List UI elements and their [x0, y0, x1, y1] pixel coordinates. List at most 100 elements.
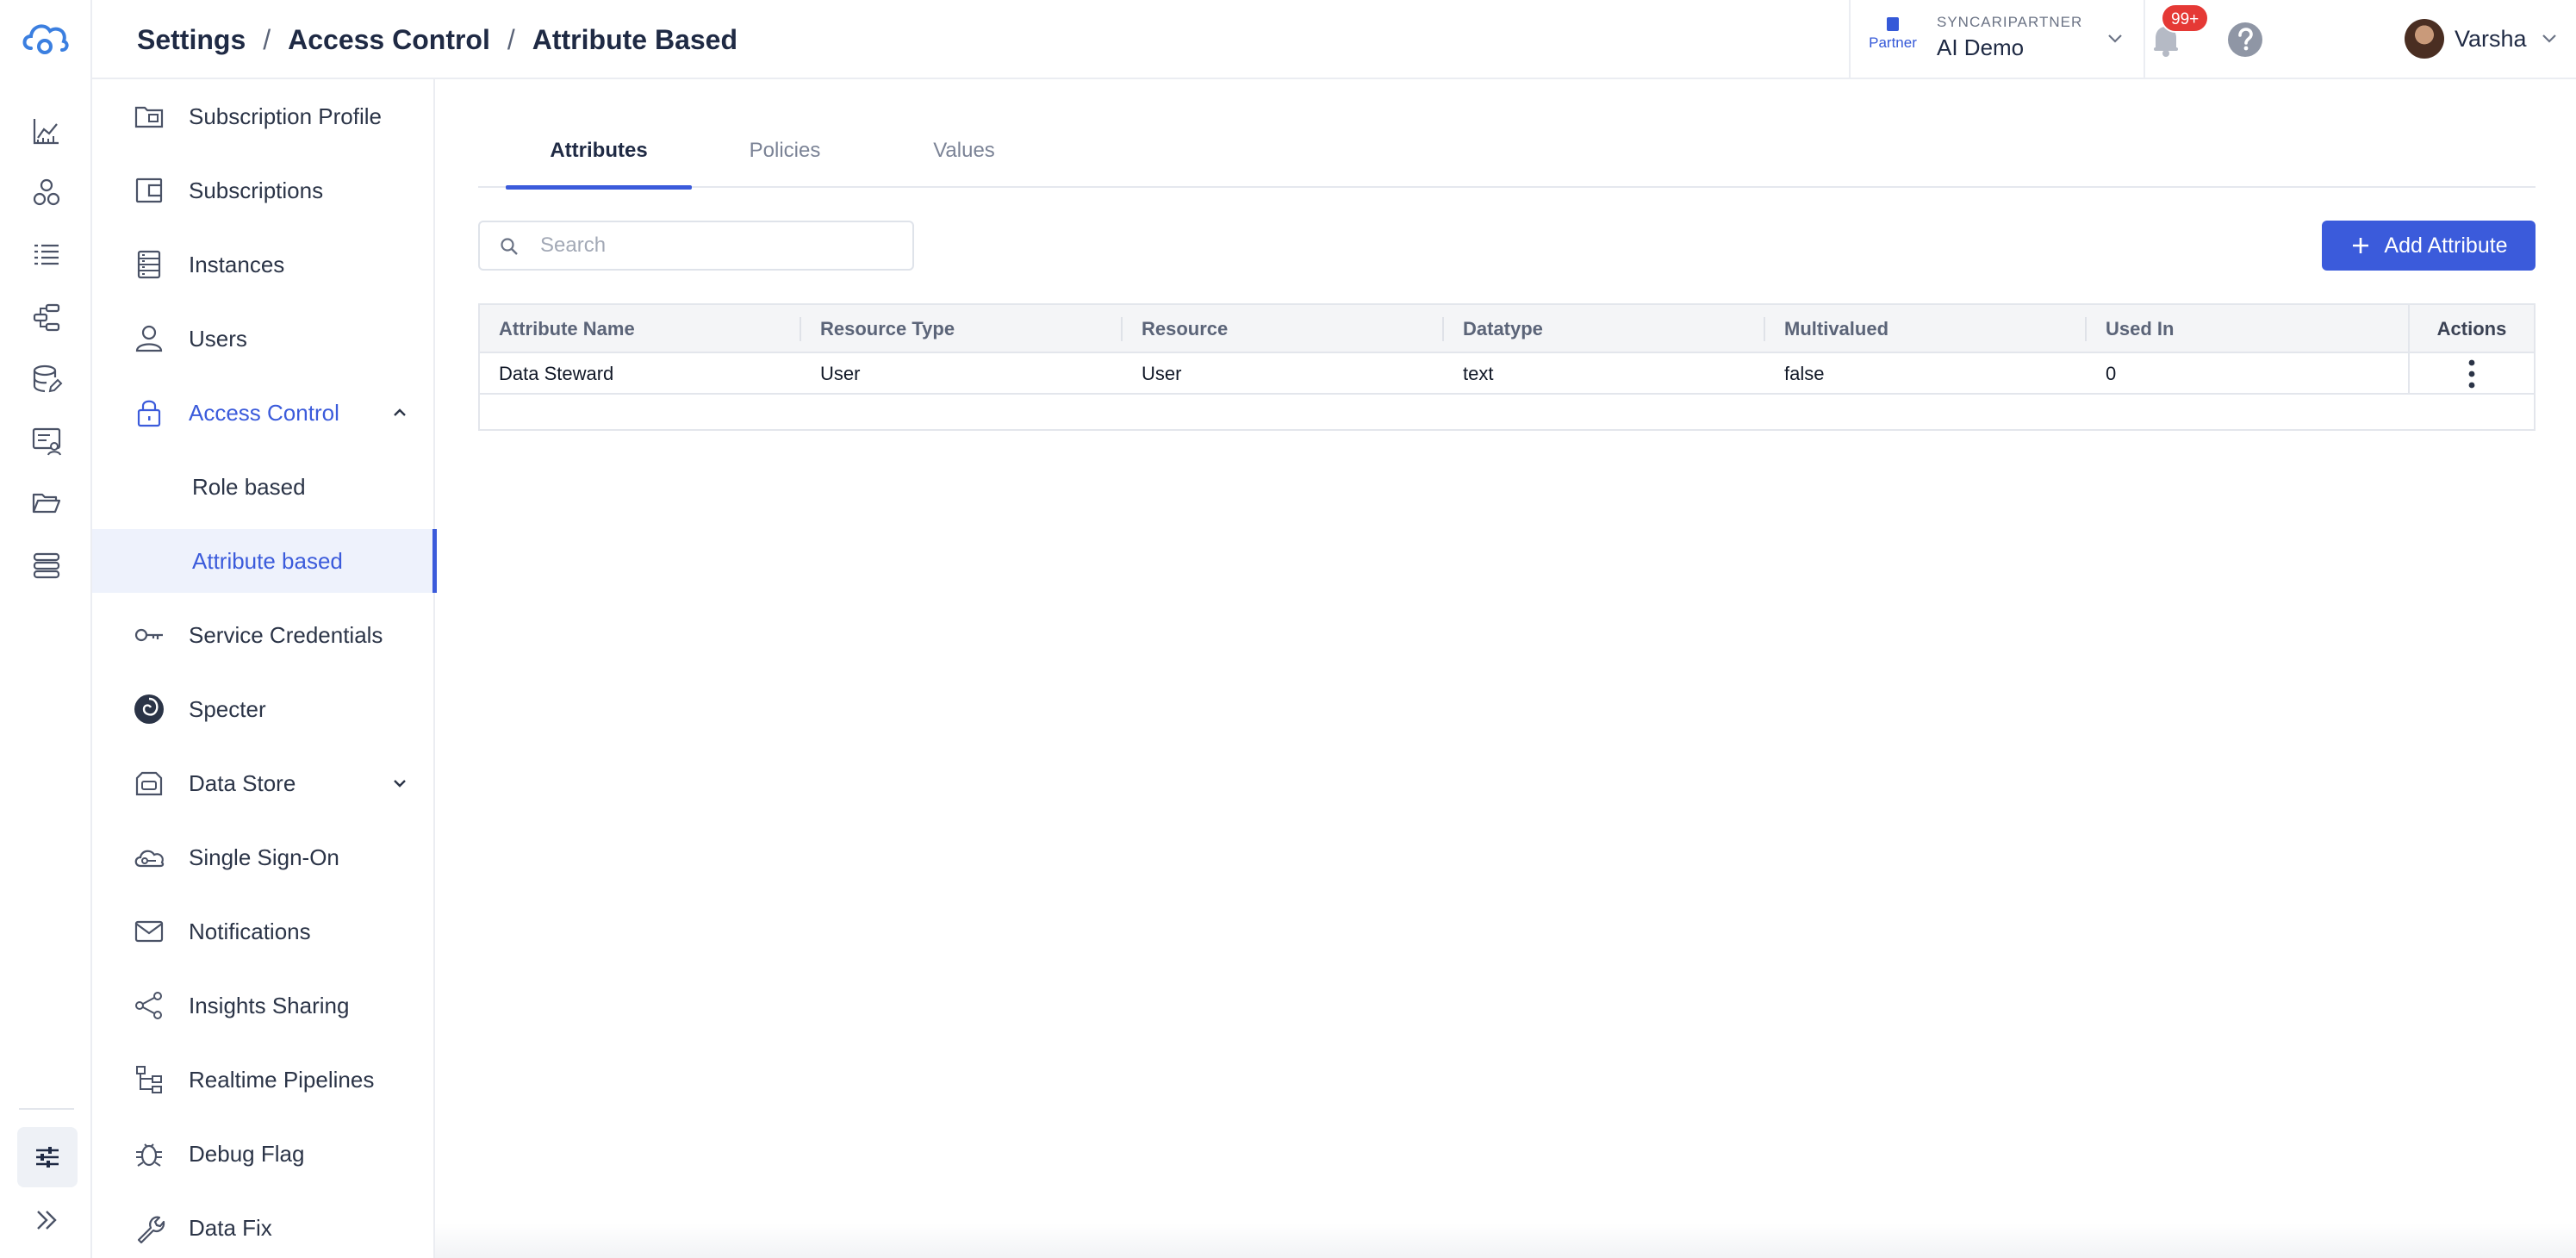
sidebar-item-specter[interactable]: Specter	[92, 677, 435, 741]
icon-rail	[0, 0, 92, 1258]
sidebar-item-service-credentials[interactable]: Service Credentials	[92, 603, 435, 667]
org-switcher[interactable]: Partner SYNCARIPARTNER AI Demo	[1849, 0, 2145, 79]
cell-resource-type: User	[820, 363, 861, 384]
syncari-logo-icon[interactable]	[19, 16, 72, 59]
share-icon	[135, 992, 162, 1019]
chevron-down-icon	[2108, 34, 2122, 43]
cell-multivalued: false	[1784, 363, 1825, 384]
sidebar-item-debug-flag[interactable]: Debug Flag	[92, 1122, 435, 1186]
column-header-resource-type[interactable]: Resource Type	[801, 305, 1123, 353]
wrench-icon	[137, 1216, 165, 1244]
chevron-down-icon	[394, 780, 406, 788]
sidebar-item-subscription-profile[interactable]: Subscription Profile	[92, 84, 435, 148]
list-icon[interactable]	[22, 231, 71, 279]
rail-divider	[19, 1108, 74, 1110]
sidebar-item-users[interactable]: Users	[92, 307, 435, 371]
breadcrumb-access-control[interactable]: Access Control	[288, 24, 490, 56]
sidebar-item-single-sign-on[interactable]: Single Sign-On	[92, 825, 435, 889]
cell-resource: User	[1142, 363, 1182, 384]
chevron-down-icon	[2542, 34, 2556, 43]
search-box	[478, 221, 914, 271]
column-header-resource[interactable]: Resource	[1123, 305, 1444, 353]
folder-card-icon	[134, 106, 164, 128]
column-header-multivalued[interactable]: Multivalued	[1765, 305, 2087, 353]
search-icon	[501, 238, 518, 255]
sidebar-item-label: Insights Sharing	[189, 992, 350, 1018]
specter-icon	[134, 694, 164, 724]
sidebar-item-label: Debug Flag	[189, 1140, 305, 1167]
notification-count-badge: 99+	[2161, 3, 2210, 33]
server-icon	[137, 250, 161, 279]
settings-rail-button[interactable]	[17, 1127, 78, 1187]
column-header-used-in[interactable]: Used In	[2087, 305, 2408, 353]
partner-badge-label: Partner	[1869, 34, 1917, 51]
help-icon[interactable]	[2224, 19, 2266, 60]
sidebar-item-subscriptions[interactable]: Subscriptions	[92, 159, 435, 222]
breadcrumb: Settings / Access Control / Attribute Ba…	[137, 21, 737, 59]
breadcrumb-separator: /	[507, 23, 515, 55]
sidebar-item-label: Data Store	[189, 769, 296, 796]
pipeline-icon[interactable]	[22, 293, 71, 341]
tab-attributes[interactable]: Attributes	[506, 114, 692, 190]
lock-icon	[137, 400, 161, 427]
key-icon	[134, 628, 163, 642]
dashboard-chart-icon[interactable]	[22, 107, 71, 155]
mail-icon	[134, 920, 164, 943]
sidebar-item-label: Single Sign-On	[189, 844, 339, 870]
column-header-attribute-name[interactable]: Attribute Name	[480, 305, 801, 353]
sliders-icon	[36, 1147, 59, 1168]
wallet-icon	[135, 177, 163, 203]
datastore-icon	[135, 771, 163, 796]
monitor-user-icon[interactable]	[22, 417, 71, 465]
sidebar-item-label: Realtime Pipelines	[189, 1066, 375, 1093]
sidebar-item-insights-sharing[interactable]: Insights Sharing	[92, 974, 435, 1037]
database-edit-icon[interactable]	[22, 355, 71, 403]
kebab-menu-icon[interactable]	[2467, 358, 2476, 390]
cloud-key-icon	[134, 850, 165, 868]
settings-sidebar: Subscription Profile Subscriptions Insta…	[92, 79, 437, 1258]
add-attribute-button[interactable]: Add Attribute	[2322, 221, 2536, 271]
cell-used-in: 0	[2106, 363, 2117, 384]
sidebar-item-label: Role based	[192, 473, 306, 500]
double-chevron-right-icon[interactable]	[29, 1203, 64, 1237]
top-header: Settings / Access Control / Attribute Ba…	[92, 0, 2576, 79]
sidebar-item-role-based[interactable]: Role based	[92, 455, 435, 519]
sidebar-item-notifications[interactable]: Notifications	[92, 900, 435, 963]
breadcrumb-settings[interactable]: Settings	[137, 24, 246, 56]
org-label: SYNCARIPARTNER	[1937, 14, 2083, 30]
tab-policies[interactable]: Policies	[699, 114, 871, 188]
sidebar-item-attribute-based[interactable]: Attribute based	[92, 529, 437, 593]
stack-icon[interactable]	[22, 541, 71, 589]
tree-icon	[136, 1066, 162, 1093]
user-icon	[135, 325, 163, 352]
sidebar-item-realtime-pipelines[interactable]: Realtime Pipelines	[92, 1048, 435, 1112]
sidebar-item-label: Subscription Profile	[189, 103, 382, 129]
bottom-shadow	[435, 1224, 2576, 1258]
sidebar-item-label: Notifications	[189, 918, 311, 944]
main-content: Attributes Policies Values Add Attribute…	[435, 79, 2576, 1258]
tab-bar: Attributes Policies Values	[478, 114, 2536, 190]
column-header-actions: Actions	[2408, 305, 2534, 353]
cell-attribute-name: Data Steward	[499, 363, 614, 384]
search-input[interactable]	[540, 229, 902, 262]
sidebar-item-access-control[interactable]: Access Control	[92, 381, 435, 445]
sidebar-item-data-fix[interactable]: Data Fix	[92, 1196, 435, 1258]
breadcrumb-attribute-based: Attribute Based	[532, 23, 737, 55]
sidebar-item-label: Instances	[189, 251, 285, 277]
sidebar-item-instances[interactable]: Instances	[92, 233, 435, 296]
chevron-up-icon	[394, 408, 406, 416]
sidebar-item-label: Service Credentials	[189, 621, 383, 648]
tab-values[interactable]: Values	[878, 114, 1050, 188]
bug-icon	[136, 1143, 162, 1167]
entities-icon[interactable]	[22, 169, 71, 217]
folder-icon[interactable]	[22, 479, 71, 527]
table-header: Attribute Name Resource Type Resource Da…	[480, 305, 2534, 353]
org-name: AI Demo	[1937, 34, 2025, 60]
column-header-datatype[interactable]: Datatype	[1444, 305, 1765, 353]
sidebar-item-data-store[interactable]: Data Store	[92, 751, 435, 815]
sidebar-item-label: Specter	[189, 695, 266, 722]
sidebar-item-label: Subscriptions	[189, 177, 324, 203]
plus-icon	[2353, 238, 2369, 253]
table-row[interactable]: Data Steward User User text false 0	[480, 353, 2534, 395]
user-menu[interactable]: Varsha	[2405, 17, 2561, 60]
